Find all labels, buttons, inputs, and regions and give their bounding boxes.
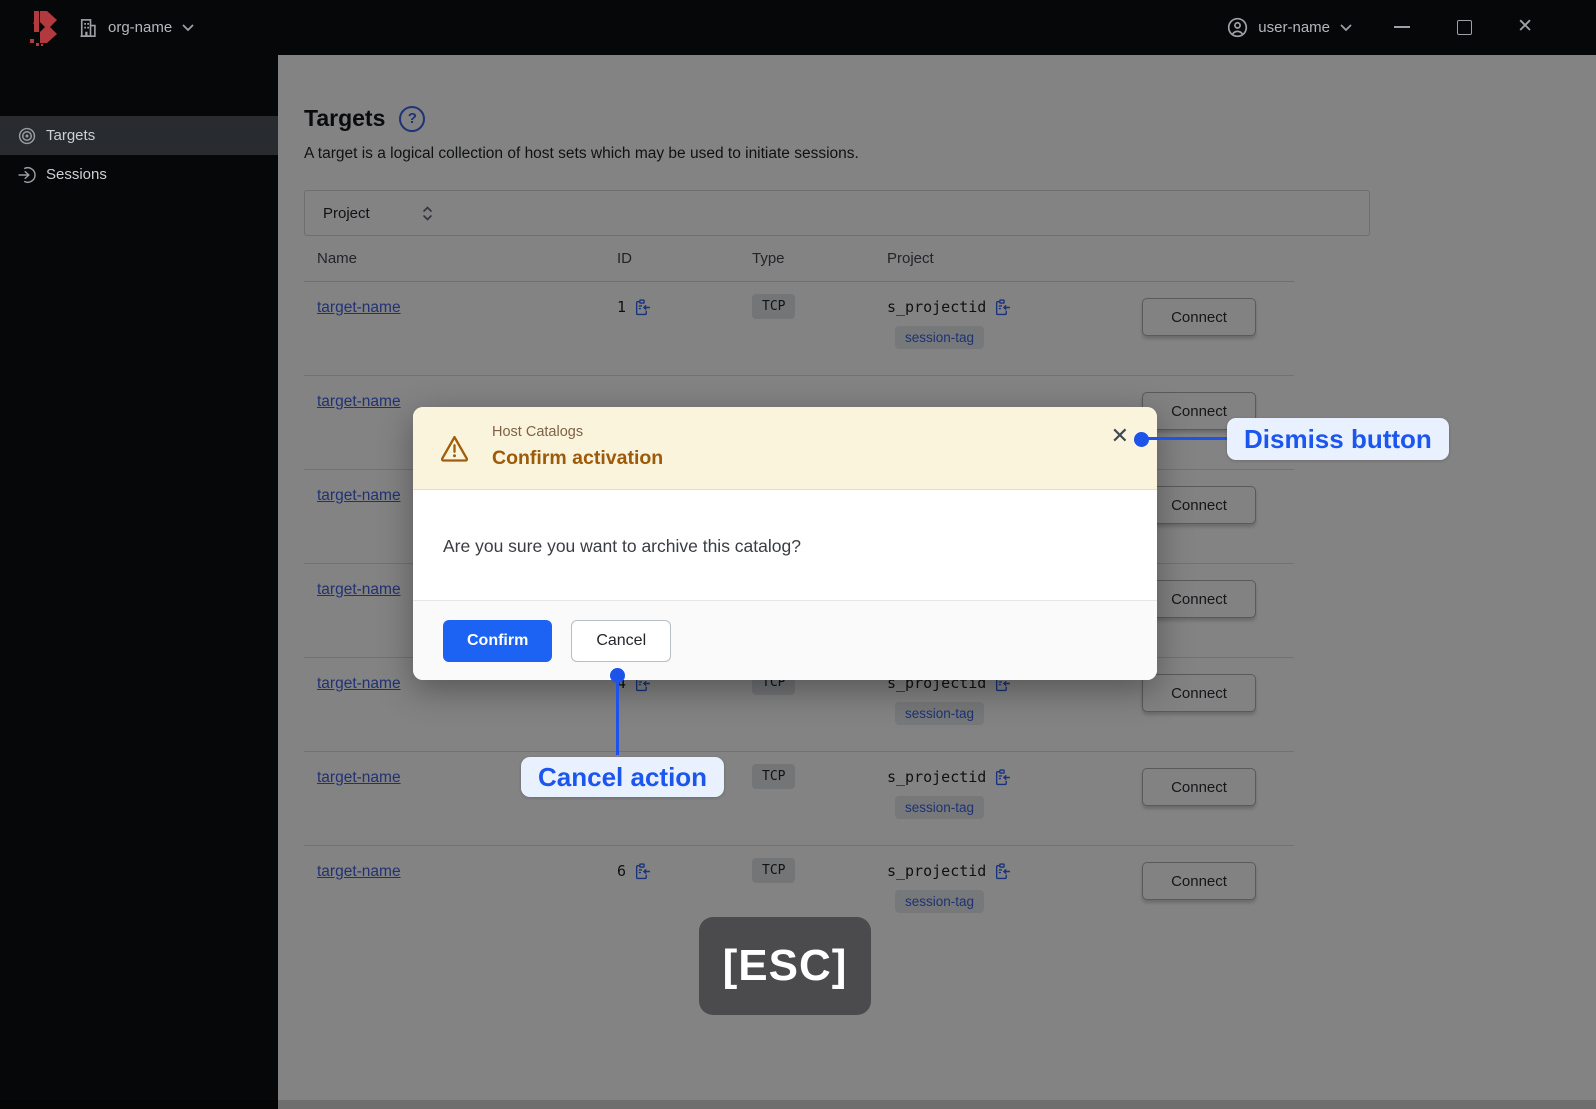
cancel-callout-label: Cancel action (521, 757, 725, 797)
sidebar: Targets Sessions (0, 55, 278, 1109)
cancel-button[interactable]: Cancel (571, 620, 672, 662)
dismiss-callout-line (1141, 437, 1227, 440)
dialog-body-text: Are you sure you want to archive this ca… (413, 490, 1157, 600)
cancel-callout-line (616, 682, 619, 755)
chevron-down-icon (182, 24, 194, 31)
boundary-logo-icon (26, 8, 64, 53)
dialog-header: Host Catalogs Confirm activation ✕ (413, 407, 1157, 490)
dialog-close-icon[interactable]: ✕ (1111, 423, 1129, 449)
chevron-down-icon (1340, 24, 1352, 31)
org-switcher[interactable]: org-name (78, 0, 194, 55)
topbar: org-name user-name ✕ (0, 0, 1596, 55)
user-menu[interactable]: user-name (1227, 0, 1352, 55)
minimize-button[interactable] (1394, 26, 1410, 28)
confirm-button[interactable]: Confirm (443, 620, 553, 662)
target-icon (18, 127, 36, 144)
window-bottom-edge (0, 1100, 1596, 1109)
user-avatar-icon (1228, 17, 1248, 38)
esc-key-badge: [ESC] (699, 917, 871, 1015)
org-building-icon (80, 18, 96, 37)
maximize-button[interactable] (1457, 20, 1472, 35)
sidebar-item-sessions[interactable]: Sessions (0, 155, 278, 194)
confirm-dialog: Host Catalogs Confirm activation ✕ Are y… (413, 407, 1157, 680)
sidebar-item-label: Sessions (46, 166, 107, 183)
dismiss-callout-label: Dismiss button (1227, 418, 1449, 460)
sessions-icon (18, 166, 36, 183)
cancel-callout-dot (610, 668, 625, 683)
dialog-tagline: Host Catalogs (492, 424, 584, 440)
warning-icon (439, 433, 470, 470)
dialog-footer: Confirm Cancel (413, 600, 1157, 680)
sidebar-item-targets[interactable]: Targets (0, 116, 278, 155)
sidebar-item-label: Targets (46, 127, 96, 144)
window-close-button[interactable]: ✕ (1517, 15, 1533, 39)
dialog-title: Confirm activation (492, 447, 664, 469)
user-name-label: user-name (1258, 19, 1330, 36)
org-name-label: org-name (108, 19, 173, 36)
